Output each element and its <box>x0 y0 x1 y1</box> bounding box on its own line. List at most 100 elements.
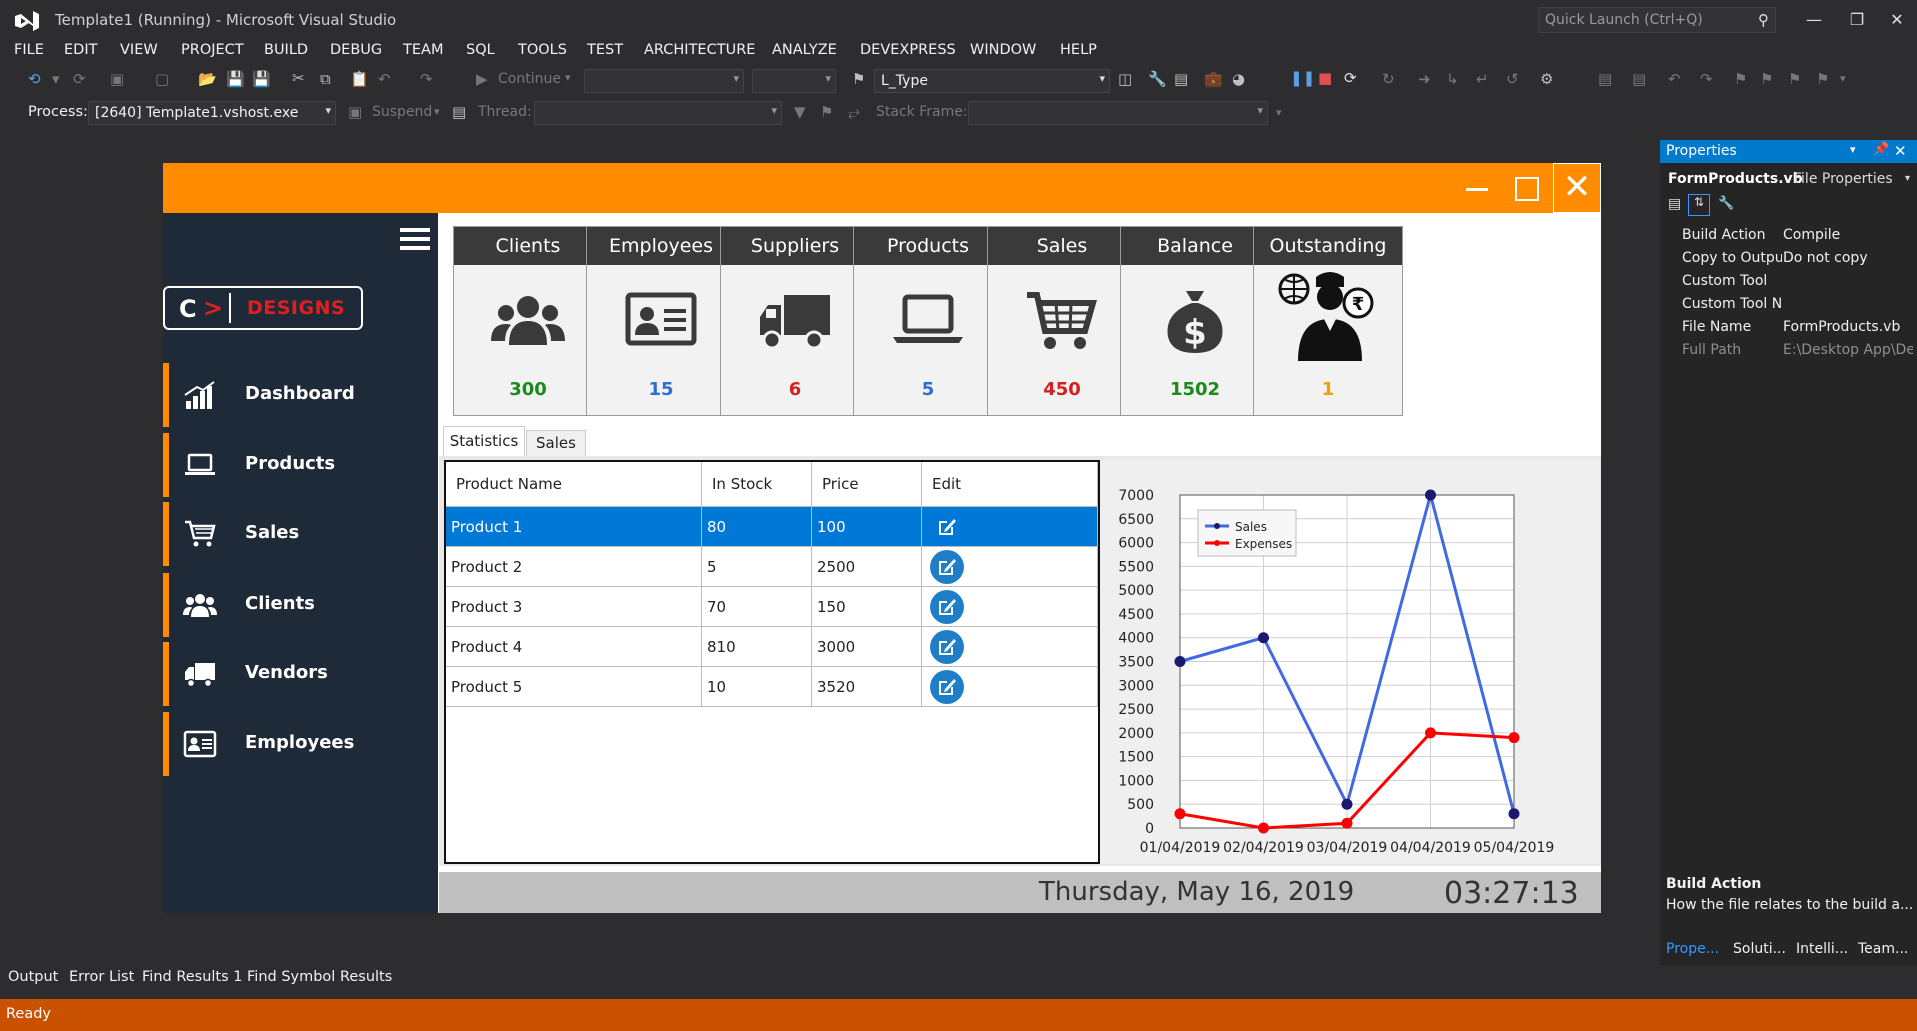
copy-icon[interactable]: ⧉ <box>320 70 331 88</box>
app-close-button[interactable]: ✕ <box>1553 163 1601 213</box>
cut-icon[interactable]: ✂ <box>292 69 305 87</box>
cell-product-name[interactable]: Product 5 <box>446 666 702 707</box>
card-clients[interactable]: Clients 300 <box>453 226 603 416</box>
card-sales[interactable]: Sales 450 <box>987 226 1137 416</box>
step-into-icon[interactable]: ➜ <box>1418 70 1431 88</box>
forward-icon[interactable]: ⟳ <box>73 70 86 88</box>
bookmark-icon[interactable]: ↶ <box>1668 70 1681 88</box>
cell-product-name[interactable]: Product 3 <box>446 586 702 627</box>
tab-find-results-1[interactable]: Find Results 1 <box>142 969 243 985</box>
card-balance[interactable]: Balance $ 1502 <box>1120 226 1270 416</box>
app-minimize-button[interactable] <box>1456 171 1496 205</box>
solution-config-combo[interactable]: ▾ <box>584 69 744 93</box>
property-value[interactable]: E:\Desktop App\De <box>1783 342 1913 358</box>
tab-find-symbol-results[interactable]: Find Symbol Results <box>247 969 392 985</box>
find-icon[interactable]: ⚑ <box>852 70 865 88</box>
cell-product-name[interactable]: Product 1 <box>446 506 702 547</box>
alphabetical-icon[interactable]: ⇅ <box>1688 194 1710 216</box>
edit-button[interactable] <box>930 589 964 624</box>
menu-sql[interactable]: SQL <box>466 42 495 58</box>
menu-file[interactable]: FILE <box>14 42 44 58</box>
save-icon[interactable]: 💾 <box>226 70 245 88</box>
show-next-statement-icon[interactable]: ↻ <box>1382 70 1395 88</box>
vs-minimize-button[interactable]: — <box>1797 6 1831 34</box>
flag-threads-icon[interactable]: ⚑ <box>820 103 833 121</box>
tab-error-list[interactable]: Error List <box>69 969 134 985</box>
platform-combo[interactable]: ▾ <box>752 69 836 93</box>
thread-combo[interactable]: ▾ <box>534 101 782 125</box>
tab-team-explorer[interactable]: Team... <box>1858 941 1908 957</box>
edit-button[interactable] <box>930 669 964 704</box>
toolbar-overflow-icon[interactable]: ▾ <box>1276 106 1282 119</box>
cell-in-stock[interactable]: 10 <box>701 666 812 707</box>
card-employees[interactable]: Employees 15 <box>586 226 736 416</box>
step-out-icon[interactable]: ↵ <box>1476 70 1489 88</box>
redo-icon[interactable]: ↷ <box>420 70 433 88</box>
table-row[interactable]: Product 3 70 150 <box>446 586 1098 627</box>
hex-display-icon[interactable]: ↺ <box>1506 70 1519 88</box>
pin-icon[interactable]: 📌 <box>1873 142 1889 157</box>
menu-debug[interactable]: DEBUG <box>330 42 382 58</box>
column-header-price[interactable]: Price <box>811 462 922 507</box>
app-maximize-button[interactable] <box>1506 171 1546 205</box>
table-row[interactable]: Product 2 5 2500 <box>446 546 1098 587</box>
save-all-icon[interactable]: 💾 <box>252 70 271 88</box>
suspend-dropdown-icon[interactable]: ▾ <box>434 105 440 118</box>
property-row-custom-tool-namespace[interactable]: Custom Tool Namespace <box>1660 293 1917 316</box>
card-outstanding[interactable]: Outstanding ₹ 1 <box>1253 226 1403 416</box>
cell-in-stock[interactable]: 5 <box>701 546 812 587</box>
nav-item-sales[interactable]: Sales <box>163 502 438 566</box>
table-row[interactable]: Product 1 80 100 <box>446 506 1098 547</box>
open-icon[interactable]: 📂 <box>198 70 217 88</box>
bookmark-flag-icon[interactable]: ⚑ <box>1734 70 1747 88</box>
stop-icon[interactable]: ■ <box>1318 69 1332 87</box>
lifecycle-events-icon[interactable]: ▣ <box>348 103 362 121</box>
cell-product-name[interactable]: Product 4 <box>446 626 702 667</box>
bookmark-next-icon[interactable]: ↷ <box>1700 70 1713 88</box>
cell-product-name[interactable]: Product 2 <box>446 546 702 587</box>
property-row-copy-to-output[interactable]: Copy to Output Do not copy <box>1660 247 1917 270</box>
menu-team[interactable]: TEAM <box>403 42 443 58</box>
menu-build[interactable]: BUILD <box>264 42 308 58</box>
table-row[interactable]: Product 4 810 3000 <box>446 626 1098 667</box>
table-row[interactable]: Product 5 10 3520 <box>446 666 1098 707</box>
toolbox-icon[interactable]: ▤ <box>1174 70 1188 88</box>
tab-solution-explorer[interactable]: Soluti... <box>1733 941 1786 957</box>
hamburger-menu-icon[interactable] <box>400 228 430 252</box>
menu-window[interactable]: WINDOW <box>970 42 1036 58</box>
property-row-full-path[interactable]: Full Path E:\Desktop App\De <box>1660 339 1917 362</box>
breakpoints-icon[interactable]: ▤ <box>1598 70 1612 88</box>
menu-architecture[interactable]: ARCHITECTURE <box>644 42 755 58</box>
solution-explorer-icon[interactable]: ◫ <box>1118 70 1132 88</box>
property-row-build-action[interactable]: Build Action Compile <box>1660 224 1917 247</box>
property-row-custom-tool[interactable]: Custom Tool <box>1660 270 1917 293</box>
undo-icon[interactable]: ↶ <box>378 70 391 88</box>
cell-in-stock[interactable]: 70 <box>701 586 812 627</box>
diagnostic-icon[interactable]: ⚙ <box>1540 70 1553 88</box>
pause-icon[interactable]: ❚❚ <box>1290 69 1315 87</box>
vs-close-button[interactable]: ✕ <box>1880 6 1914 34</box>
nav-item-employees[interactable]: Employees <box>163 712 438 776</box>
type-combo[interactable]: L_Type ▾ <box>874 69 1110 93</box>
paste-icon[interactable]: 📋 <box>350 70 369 88</box>
bookmark-clear-icon[interactable]: ⚑ <box>1788 70 1801 88</box>
column-header-edit[interactable]: Edit <box>921 462 1098 507</box>
cell-price[interactable]: 2500 <box>811 546 922 587</box>
search-icon[interactable]: ⚲ <box>1758 11 1769 29</box>
quick-launch-input[interactable]: Quick Launch (Ctrl+Q) ⚲ <box>1538 7 1776 33</box>
column-header-product-name[interactable]: Product Name <box>446 462 702 507</box>
cell-price[interactable]: 3000 <box>811 626 922 667</box>
toolbar-overflow-icon[interactable]: ▾ <box>1840 72 1846 85</box>
menu-project[interactable]: PROJECT <box>181 42 244 58</box>
dropdown-icon[interactable]: ▾ <box>52 70 60 88</box>
vs-restore-button[interactable]: ❐ <box>1840 6 1874 34</box>
products-grid[interactable]: Product Name In Stock Price Edit Product… <box>444 460 1100 864</box>
tab-output[interactable]: Output <box>8 969 58 985</box>
cell-price[interactable]: 100 <box>811 506 922 547</box>
cell-in-stock[interactable]: 80 <box>701 506 812 547</box>
new-project-icon[interactable]: ▣ <box>110 70 124 88</box>
object-dropdown-icon[interactable]: ▾ <box>1905 173 1910 184</box>
property-value[interactable]: Compile <box>1783 227 1913 243</box>
properties-wrench-icon[interactable]: 🔧 <box>1148 70 1167 88</box>
edit-button[interactable] <box>930 549 964 584</box>
